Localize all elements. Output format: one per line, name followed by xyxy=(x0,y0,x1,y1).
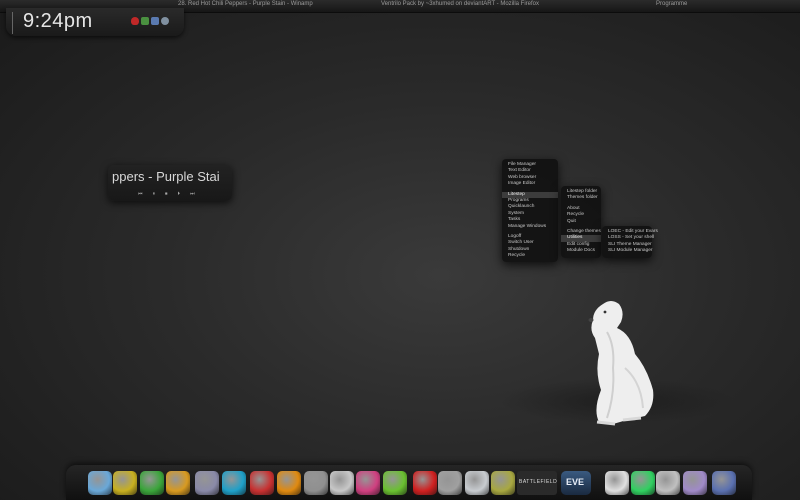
winamp-icon[interactable] xyxy=(166,471,190,495)
litestep-submenu: Litestep folder Themes folder About Recycle… xyxy=(561,186,601,258)
music-note-icon[interactable] xyxy=(222,471,246,495)
menu-item-recycle[interactable]: Recycle xyxy=(502,253,558,259)
opera-icon[interactable] xyxy=(413,471,437,495)
clock-divider xyxy=(12,12,13,34)
computer-icon[interactable] xyxy=(88,471,112,495)
main-popup-menu: File Manager Text Editor Web browser Image … xyxy=(502,159,558,263)
steam-icon[interactable] xyxy=(195,471,219,495)
battlefield-icon[interactable]: BATTLEFIELD xyxy=(517,471,557,495)
white-dog-figure xyxy=(588,301,654,426)
sync-icon[interactable] xyxy=(438,471,462,495)
eve-online-icon[interactable]: EVE xyxy=(561,471,591,495)
monitor-icon[interactable] xyxy=(151,17,159,25)
next-icon[interactable]: ⏭ xyxy=(190,191,195,197)
utorrent-icon[interactable] xyxy=(140,471,164,495)
menu-item-themes-folder[interactable]: Themes folder xyxy=(561,195,601,201)
previous-icon[interactable]: ⏮ xyxy=(138,191,143,197)
icq-flower-icon[interactable] xyxy=(383,471,407,495)
blue-monitor-icon[interactable] xyxy=(712,471,736,495)
red-app-icon[interactable] xyxy=(250,471,274,495)
menu-item-loss-set-your-shell[interactable]: LOSS - Set your shell xyxy=(602,235,654,241)
audio-icon[interactable] xyxy=(161,17,169,25)
stop-icon[interactable]: ⏹ xyxy=(165,191,168,197)
winamp-player: ppers - Purple Stai ⏮ ⏸ ⏹ ⏵ ⏭ xyxy=(108,165,232,201)
task-winamp[interactable]: 28. Red Hot Chili Peppers - Purple Stain… xyxy=(178,1,313,7)
bag-icon[interactable] xyxy=(605,471,629,495)
player-controls: ⏮ ⏸ ⏹ ⏵ ⏭ xyxy=(138,191,195,197)
network-icon[interactable] xyxy=(141,17,149,25)
chart-gadget-icon[interactable] xyxy=(656,471,680,495)
clock-widget: 9:24pm xyxy=(6,8,184,36)
battlefield-label: BATTLEFIELD xyxy=(519,479,558,485)
orange-app-icon[interactable] xyxy=(277,471,301,495)
track-title-scroll: ppers - Purple Stai xyxy=(112,169,220,184)
eve-label: EVE xyxy=(566,477,585,487)
play-icon[interactable]: ⏵ xyxy=(178,191,181,197)
menu-item-sli-module-manager[interactable]: SLI Module Manager xyxy=(602,248,653,254)
pause-icon[interactable]: ⏸ xyxy=(153,191,156,197)
shield-icon[interactable] xyxy=(131,17,139,25)
menu-item-module-docs[interactable]: Module Docs xyxy=(561,248,601,254)
purple-tower-icon[interactable] xyxy=(683,471,707,495)
clock-time: 9:24pm xyxy=(23,10,93,32)
green-gadget-icon[interactable] xyxy=(631,471,655,495)
system-tray xyxy=(131,17,169,25)
utilities-submenu: LOEC - Edit your Evars LOSS - Set your sh… xyxy=(602,226,658,258)
picasa-icon[interactable] xyxy=(356,471,380,495)
media-app-icon[interactable] xyxy=(330,471,354,495)
task-firefox[interactable]: Ventrilo Pack by ~3xhumed on deviantART … xyxy=(381,1,539,7)
task-programme[interactable]: Programme xyxy=(656,1,687,7)
floppy-disk-icon[interactable] xyxy=(304,471,328,495)
battery-icon[interactable] xyxy=(491,471,515,495)
yellow-disc-icon[interactable] xyxy=(113,471,137,495)
recycle-bin-icon[interactable] xyxy=(465,471,489,495)
